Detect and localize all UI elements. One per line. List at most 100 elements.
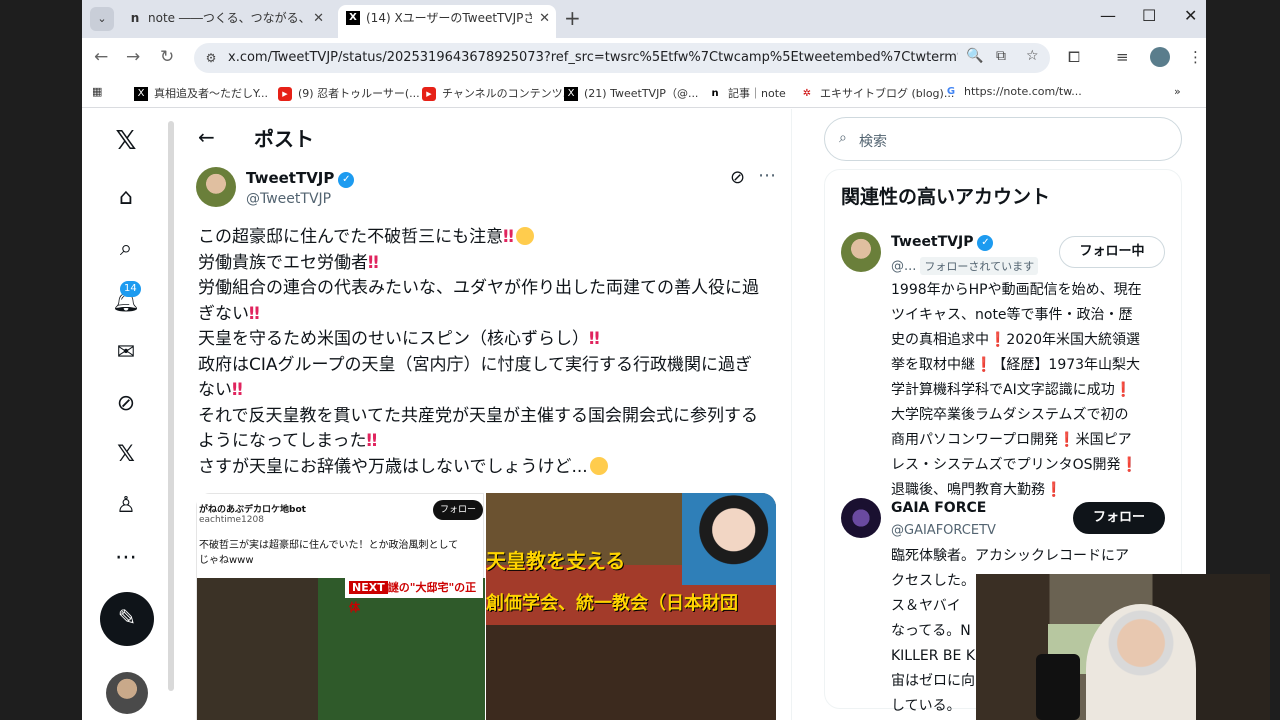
tweet-line: それで反天皇教を貫いてた共産党が天皇が主催する国会開会式に参列する xyxy=(198,404,782,430)
account-name[interactable]: TweetTVJP ✓ xyxy=(891,234,994,251)
new-tab-button[interactable]: + xyxy=(564,6,581,30)
more-options-icon[interactable]: ⋯ xyxy=(758,165,776,186)
account-handle[interactable]: @GAIAFORCETV xyxy=(891,523,996,538)
media-image-right[interactable]: 天皇教を支える 創価学会、統一教会（日本財団 xyxy=(486,493,776,720)
tweet-line-text: それで反天皇教を貫いてた共産党が天皇が主催する国会開会式に参列する xyxy=(198,405,758,426)
search-icon[interactable]: ⌕ xyxy=(108,230,144,266)
apps-grid-icon[interactable]: ▦ xyxy=(92,85,102,98)
google-icon: G xyxy=(946,86,956,97)
maximize-button[interactable]: ☐ xyxy=(1142,6,1156,25)
tweet-line-text: 天皇を守るため米国のせいにスピン（核心ずらし） xyxy=(198,329,589,349)
author-name[interactable]: TweetTVJP ✓ xyxy=(246,169,355,188)
image-caption-title: 天皇教を支える xyxy=(486,549,626,573)
back-arrow-icon[interactable]: ← xyxy=(198,125,215,149)
bookmark-item[interactable]: ▶ チャンネルのコンテンツ... xyxy=(422,85,573,101)
embedded-text-line: じゃねwww xyxy=(199,555,254,566)
grok-explain-icon[interactable]: ⊘ xyxy=(730,167,745,188)
tab-close-icon[interactable]: ✕ xyxy=(313,5,324,32)
media-image-left[interactable]: がねのあぶデカロケ地bot eachtime1208 フォロー 不破哲三が実は超… xyxy=(196,493,485,720)
tweet-line-text: さすが天皇にお辞儀や万歳はしないでしょうけど... xyxy=(198,456,588,477)
account-avatar[interactable] xyxy=(106,672,148,714)
excite-icon: ✲ xyxy=(802,88,812,99)
back-arrow-icon[interactable]: ← xyxy=(94,47,108,67)
reload-icon[interactable]: ↻ xyxy=(160,47,174,67)
search-box[interactable]: ⌕ 検索 xyxy=(824,117,1182,161)
double-exclamation-icon: ‼ xyxy=(366,431,378,451)
author-avatar[interactable] xyxy=(196,167,236,207)
bookmark-item[interactable]: ✲ エキサイトブログ (blog)... xyxy=(800,85,955,101)
webcam-overlay xyxy=(976,574,1270,720)
bookmark-item[interactable]: Ghttps://note.com/tw... xyxy=(944,85,1082,99)
profile-person-icon[interactable]: ♙ xyxy=(108,487,144,523)
youtube-icon: ▶ xyxy=(422,87,436,101)
minimize-button[interactable]: — xyxy=(1100,6,1116,25)
bio-line: 商用パソコンワープロ開発❗米国ピア xyxy=(891,432,1132,448)
bio-line: 学計算機科学科でAI文字認識に成功❗ xyxy=(891,382,1133,398)
account-handle[interactable]: @... フォローされています xyxy=(891,257,1039,275)
forward-arrow-icon[interactable]: → xyxy=(126,47,140,67)
double-exclamation-icon: ‼ xyxy=(589,329,600,349)
compose-post-button[interactable]: ✎ xyxy=(100,592,154,646)
more-bookmarks-icon[interactable]: » xyxy=(1174,85,1181,98)
premium-x-icon[interactable]: 𝕏 xyxy=(108,436,144,472)
author-name-text: TweetTVJP xyxy=(246,169,335,187)
bookmark-label: (21) TweetTVJP（@... xyxy=(584,87,699,100)
site-settings-icon[interactable]: ⚙ xyxy=(200,47,222,69)
install-app-icon[interactable]: ⧉ xyxy=(996,48,1006,64)
tweet-line: さすが天皇にお辞儀や万歳はしないでしょうけど... xyxy=(198,455,782,481)
bio-line: 史の真相追求中❗2020年米国大統領選 xyxy=(891,332,1141,348)
author-handle[interactable]: @TweetTVJP xyxy=(246,191,331,207)
address-bar[interactable]: ⚙ x.com/TweetTVJP/status/202531964367892… xyxy=(194,43,1050,73)
x-icon: X xyxy=(134,87,148,101)
tab-note[interactable]: n note ――つくる、つながる、とどける。 ✕ xyxy=(120,5,330,38)
microphone xyxy=(1036,654,1080,720)
account-avatar[interactable] xyxy=(841,232,881,272)
tweet-line-text: 労働貴族でエセ労働者 xyxy=(198,252,368,273)
bio-line: 臨死体験者。アカシックレコードにア xyxy=(891,548,1129,564)
embedded-follow-button: フォロー xyxy=(433,500,483,520)
youtube-icon: ▶ xyxy=(278,87,292,101)
tab-x-post[interactable]: X (14) XユーザーのTweetTVJPさん: 「こ ✕ xyxy=(338,5,556,38)
next-label: NEXT xyxy=(349,581,388,594)
sweat-smile-emoji-icon xyxy=(589,456,608,475)
tab-search-button[interactable]: ⌄ xyxy=(90,7,114,31)
profile-avatar[interactable] xyxy=(1150,47,1170,67)
x-logo-icon[interactable]: 𝕏 xyxy=(108,123,144,159)
tweet-line-text: この超豪邸に住んでた不破哲三にも注意 xyxy=(198,227,504,247)
messages-envelope-icon[interactable]: ✉ xyxy=(108,334,144,370)
embedded-text: 不破哲三が実は超豪邸に住んでいた！とか政治風刺として じゃねwww xyxy=(199,538,483,568)
tv-caption: NEXT 謎の"大邸宅"の正体 xyxy=(345,578,483,614)
post-column: ← ポスト TweetTVJP ✓ @TweetTVJP ⊘ ⋯ この超豪邸に住ん… xyxy=(178,109,792,720)
note-favicon-icon: n xyxy=(130,11,140,25)
bio-line: 1998年からHPや動画配信を始め、現在 xyxy=(891,282,1142,298)
close-window-button[interactable]: ✕ xyxy=(1184,6,1197,25)
bookmark-item[interactable]: X (21) TweetTVJP（@... xyxy=(564,85,698,101)
url-text[interactable]: x.com/TweetTVJP/status/20253196436789250… xyxy=(228,50,958,65)
account-avatar[interactable] xyxy=(841,498,881,538)
account-name[interactable]: GAIA FORCE xyxy=(891,500,986,516)
tab-strip: ⌄ n note ――つくる、つながる、とどける。 ✕ X (14) Xユーザー… xyxy=(82,0,1206,38)
extensions-icon[interactable]: ⧠ xyxy=(1068,48,1080,66)
media-control-icon[interactable]: ≡ xyxy=(1116,48,1129,66)
left-nav: 𝕏 ⌂ ⌕ 🔔︎ 14 ✉ ⊘ 𝕏 ♙ ⋯ ✎ xyxy=(82,109,174,720)
bookmark-star-icon[interactable]: ☆ xyxy=(1026,48,1039,64)
tweet-text: この超豪邸に住んでた不破哲三にも注意‼ 労働貴族でエセ労働者‼ 労働組合の連合の… xyxy=(198,225,782,480)
more-options-icon[interactable]: ⋯ xyxy=(108,539,144,575)
follow-button[interactable]: フォロー xyxy=(1073,502,1165,534)
presenter xyxy=(1086,604,1196,720)
bookmark-label: チャンネルのコンテンツ... xyxy=(442,87,574,100)
following-button[interactable]: フォロー中 xyxy=(1059,236,1165,268)
bookmark-item[interactable]: X 真相追及者〜ただしY... xyxy=(134,85,268,101)
nav-scrollbar[interactable] xyxy=(168,121,174,691)
grok-icon[interactable]: ⊘ xyxy=(108,385,144,421)
tab-close-icon[interactable]: ✕ xyxy=(539,5,550,32)
bookmark-item[interactable]: n 記事｜note xyxy=(708,85,785,101)
bookmark-item[interactable]: ▶ (9) 忍者トゥルーサー(... xyxy=(278,85,420,101)
bio-line: ツイキャス、note等で事件・政治・歴 xyxy=(891,307,1133,323)
tweet-line: 天皇を守るため米国のせいにスピン（核心ずらし）‼ xyxy=(198,327,782,353)
home-icon[interactable]: ⌂ xyxy=(108,179,144,215)
browser-menu-icon[interactable]: ⋮ xyxy=(1188,48,1203,66)
zoom-icon[interactable]: 🔍 xyxy=(966,48,983,64)
left-letterbox xyxy=(0,0,82,720)
embedded-text-line: 不破哲三が実は超豪邸に住んでいた！とか政治風刺として xyxy=(199,540,459,551)
